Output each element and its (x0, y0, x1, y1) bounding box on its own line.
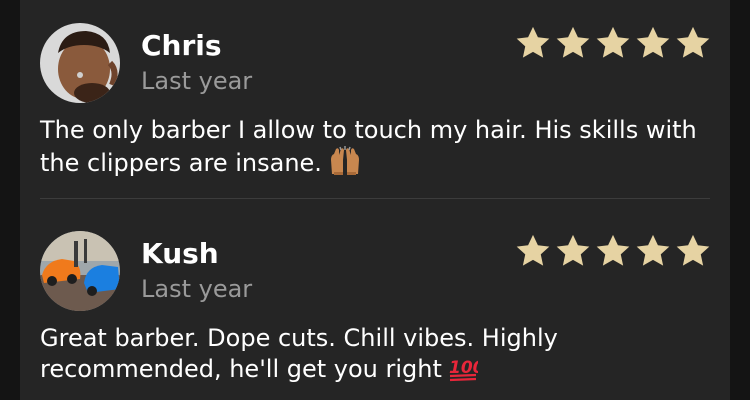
avatar[interactable] (40, 23, 120, 103)
reviews-panel: Chris Last year The only barber I allow … (20, 0, 730, 400)
star-rating (514, 24, 712, 62)
review-text: The only barber I allow to touch my hair… (40, 115, 712, 184)
star-icon (554, 232, 592, 270)
star-icon (514, 232, 552, 270)
reviewer-name: Chris (141, 29, 222, 62)
star-icon (594, 24, 632, 62)
review-text: Great barber. Dope cuts. Chill vibes. Hi… (40, 323, 712, 390)
review-body: The only barber I allow to touch my hair… (40, 116, 697, 177)
star-icon (674, 232, 712, 270)
star-icon (554, 24, 592, 62)
review-date: Last year (141, 275, 253, 303)
hundred-points-emoji: 100 (448, 354, 485, 390)
review-body: Great barber. Dope cuts. Chill vibes. Hi… (40, 324, 558, 383)
star-icon (594, 232, 632, 270)
star-icon (634, 24, 672, 62)
star-icon (674, 24, 712, 62)
reviewer-name: Kush (141, 237, 219, 270)
review-date: Last year (141, 67, 253, 95)
star-icon (634, 232, 672, 270)
raising-hands-emoji (328, 146, 362, 184)
divider (40, 198, 710, 199)
star-icon (514, 24, 552, 62)
avatar[interactable] (40, 231, 120, 311)
star-rating (514, 232, 712, 270)
